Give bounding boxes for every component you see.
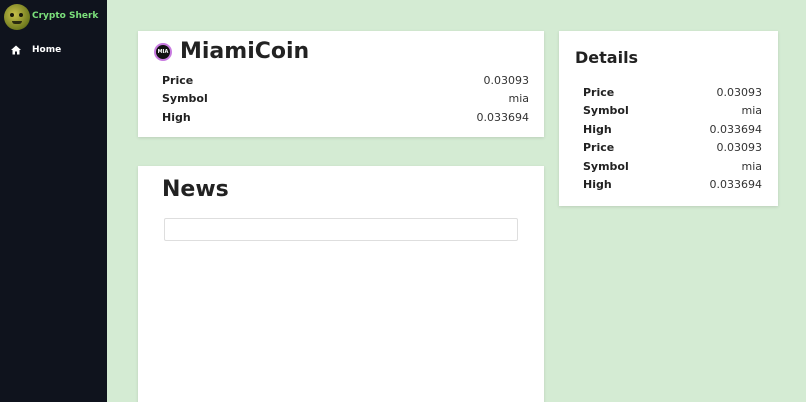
stat-value: 0.03093 (716, 85, 763, 99)
news-search-input[interactable] (164, 218, 518, 241)
news-card: News (138, 166, 544, 402)
details-stats: Price 0.03093 Symbol mia High 0.033694 P… (583, 83, 762, 194)
details-row-symbol: Symbol mia (583, 157, 762, 176)
details-row-high: High 0.033694 (583, 176, 762, 195)
brand[interactable]: Crypto Sherk (4, 4, 98, 30)
coin-stats: Price 0.03093 Symbol mia High 0.033694 (162, 71, 529, 127)
details-row-price: Price 0.03093 (583, 139, 762, 158)
stat-label: High (583, 122, 612, 136)
coin-summary-card: MIA MiamiCoin Price 0.03093 Symbol mia H… (138, 31, 544, 137)
brand-name: Crypto Sherk (32, 11, 99, 21)
sidebar-item-label: Home (32, 45, 62, 55)
stat-row-symbol: Symbol mia (162, 90, 529, 109)
stat-label: High (162, 110, 191, 124)
news-title: News (162, 177, 229, 202)
sidebar-item-home[interactable]: Home (10, 44, 61, 56)
stat-value: 0.03093 (716, 141, 763, 155)
stat-value: 0.03093 (483, 73, 530, 87)
stat-label: Symbol (583, 104, 629, 118)
stat-label: Price (162, 73, 194, 87)
stat-value: mia (741, 159, 762, 173)
stat-label: Price (583, 141, 615, 155)
stat-row-price: Price 0.03093 (162, 71, 529, 90)
stat-value: 0.033694 (709, 178, 763, 192)
shrek-logo-icon (4, 4, 30, 30)
stat-value: 0.033694 (709, 122, 763, 136)
coin-name: MiamiCoin (180, 39, 310, 64)
stat-value: 0.033694 (476, 110, 530, 124)
details-row-price: Price 0.03093 (583, 83, 762, 102)
details-row-symbol: Symbol mia (583, 102, 762, 121)
coin-header: MIA MiamiCoin (154, 39, 309, 64)
sidebar: Crypto Sherk Home (0, 0, 107, 402)
stat-label: Price (583, 85, 615, 99)
stat-row-high: High 0.033694 (162, 108, 529, 127)
stat-label: Symbol (583, 159, 629, 173)
stat-value: mia (741, 104, 762, 118)
details-title: Details (575, 48, 639, 67)
stat-value: mia (508, 92, 529, 106)
home-icon (11, 45, 21, 55)
miamicoin-icon: MIA (154, 42, 172, 61)
details-card: Details Price 0.03093 Symbol mia High 0.… (559, 31, 778, 206)
details-row-high: High 0.033694 (583, 120, 762, 139)
stat-label: Symbol (162, 92, 208, 106)
stat-label: High (583, 178, 612, 192)
